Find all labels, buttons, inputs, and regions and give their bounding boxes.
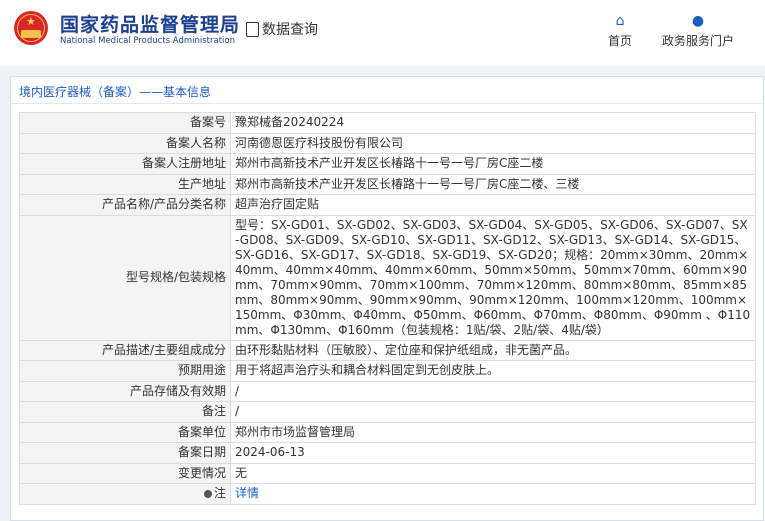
field-label: 产品描述/主要组成成分 <box>19 339 231 361</box>
field-value: 河南德恩医疗科技股份有限公司 <box>230 132 756 154</box>
field-value: 2024-06-13 <box>230 442 756 464</box>
note-label-cell: 注 <box>19 483 231 505</box>
table-row: 产品描述/主要组成成分 由环形黏贴材料（压敏胶）、定位座和保护纸组成，非无菌产品。 <box>19 339 756 361</box>
note-value-cell: 详情 <box>230 483 756 505</box>
home-icon: ⌂ <box>615 13 625 29</box>
detail-panel: 境内医疗器械（备案）——基本信息 备案号 豫郑械备20240224 备案人名称 河南… <box>10 76 764 521</box>
field-label: 预期用途 <box>19 360 231 382</box>
table-row: 产品存储及有效期 / <box>19 380 756 402</box>
field-label: 备案日期 <box>19 442 231 464</box>
field-label: 备案人注册地址 <box>19 153 231 175</box>
search-document-icon <box>246 22 259 37</box>
site-name-en: National Medical Products Administration <box>60 36 235 46</box>
site-name-cn[interactable]: 国家药品监督管理局 <box>60 10 240 37</box>
nav-service-portal[interactable]: ● 政务服务门户 <box>662 14 734 49</box>
field-value: 郑州市市场监督管理局 <box>230 421 756 443</box>
field-value: 豫郑械备20240224 <box>230 112 756 134</box>
record-detail-table: 备案号 豫郑械备20240224 备案人名称 河南德恩医疗科技股份有限公司 备案人注… <box>19 112 756 505</box>
table-row: 预期用途 用于将超声治疗头和耦合材料固定到无创皮肤上。 <box>19 360 756 382</box>
field-label: 生产地址 <box>19 173 231 195</box>
breadcrumb: 境内医疗器械（备案）——基本信息 <box>19 85 212 99</box>
table-row: 型号规格/包装规格 型号：SX-GD01、SX-GD02、SX-GD03、SX-G… <box>19 214 756 341</box>
breadcrumb-divider <box>11 103 763 104</box>
table-row: 备案号 豫郑械备20240224 <box>19 112 756 134</box>
field-label: 备案单位 <box>19 421 231 443</box>
emblem-logo: ★ <box>14 11 48 45</box>
field-value: 由环形黏贴材料（压敏胶）、定位座和保护纸组成，非无菌产品。 <box>230 339 756 361</box>
user-icon: ● <box>691 13 705 29</box>
nav-home[interactable]: ⌂ 首页 <box>608 14 632 49</box>
field-value: 无 <box>230 462 756 484</box>
field-label: 变更情况 <box>19 462 231 484</box>
table-row: 注 详情 <box>19 483 756 505</box>
note-label: 注 <box>213 486 226 501</box>
field-label: 型号规格/包装规格 <box>19 214 231 341</box>
table-row: 产品名称/产品分类名称 超声治疗固定贴 <box>19 194 756 216</box>
site-header: ★ 国家药品监督管理局 National Medical Products Ad… <box>0 0 765 66</box>
nav-portal-label: 政务服务门户 <box>662 34 735 48</box>
table-row: 备注 / <box>19 401 756 423</box>
field-label: 备案号 <box>19 112 231 134</box>
table-row: 备案日期 2024-06-13 <box>19 442 756 464</box>
table-row: 备案单位 郑州市市场监督管理局 <box>19 421 756 443</box>
data-query-label: 数据查询 <box>262 22 318 38</box>
field-value: 用于将超声治疗头和耦合材料固定到无创皮肤上。 <box>230 360 756 382</box>
field-value: 型号：SX-GD01、SX-GD02、SX-GD03、SX-GD04、SX-GD… <box>230 214 756 341</box>
bulb-icon <box>203 490 212 499</box>
field-value: / <box>230 401 756 423</box>
nav-home-label: 首页 <box>608 34 633 48</box>
field-label: 备注 <box>19 401 231 423</box>
table-row: 变更情况无 <box>19 462 756 484</box>
field-label: 备案人名称 <box>19 132 231 154</box>
field-value: / <box>230 380 756 402</box>
table-row: 备案人注册地址 郑州市高新技术产业开发区长椿路十一号一号厂房C座二楼 <box>19 153 756 175</box>
field-value: 郑州市高新技术产业开发区长椿路十一号一号厂房C座二楼 <box>230 153 756 175</box>
field-value: 郑州市高新技术产业开发区长椿路十一号一号厂房C座二楼、三楼 <box>230 173 756 195</box>
field-label: 产品名称/产品分类名称 <box>19 194 231 216</box>
data-query-link[interactable]: 数据查询 <box>246 19 318 39</box>
details-link[interactable]: 详情 <box>235 486 259 500</box>
table-row: 生产地址 郑州市高新技术产业开发区长椿路十一号一号厂房C座二楼、三楼 <box>19 173 756 195</box>
field-value: 超声治疗固定贴 <box>230 194 756 216</box>
field-label: 产品存储及有效期 <box>19 380 231 402</box>
table-row: 备案人名称 河南德恩医疗科技股份有限公司 <box>19 132 756 154</box>
